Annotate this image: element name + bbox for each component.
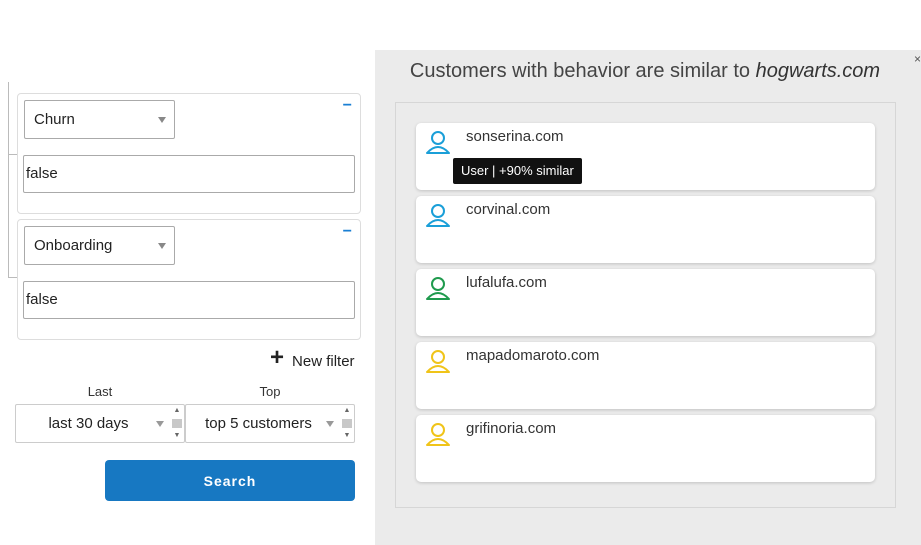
result-item[interactable]: grifinoria.com: [416, 415, 875, 482]
filter-card: − Onboarding false: [17, 219, 361, 340]
new-filter-button[interactable]: + New filter: [270, 345, 355, 370]
top-count-value: top 5 customers: [205, 415, 312, 432]
user-icon: [426, 423, 450, 446]
last-period-select[interactable]: last 30 days ▲ ▼: [15, 404, 185, 443]
panel-title-prefix: Customers with behavior are similar to: [409, 60, 756, 82]
remove-filter-button[interactable]: −: [343, 98, 352, 114]
new-filter-label: New filter: [292, 353, 355, 370]
user-icon: [426, 131, 450, 154]
last-period-value: last 30 days: [48, 415, 129, 432]
last-label: Last: [87, 384, 113, 399]
panel-title-domain: hogwarts.com: [755, 60, 881, 82]
filter-value-input[interactable]: false: [23, 281, 355, 319]
result-domain: lufalufa.com: [466, 274, 547, 291]
search-button[interactable]: Search: [105, 460, 355, 501]
user-icon: [426, 277, 450, 300]
user-icon: [426, 350, 450, 373]
top-label: Top: [259, 384, 281, 399]
close-icon[interactable]: ×: [914, 52, 921, 66]
filter-field-select[interactable]: Onboarding: [24, 226, 175, 265]
result-item[interactable]: corvinal.com: [416, 196, 875, 263]
spin-up-icon[interactable]: ▲: [174, 407, 181, 415]
user-icon: [426, 204, 450, 227]
spinner-control[interactable]: ▲ ▼: [171, 407, 183, 440]
similarity-tooltip: User | +90% similar: [453, 158, 582, 184]
caret-down-icon: [156, 421, 164, 427]
spin-down-icon[interactable]: ▼: [344, 432, 351, 440]
filter-value-input[interactable]: false: [23, 155, 355, 193]
spin-bar: [342, 419, 352, 428]
result-item[interactable]: mapadomaroto.com: [416, 342, 875, 409]
spin-bar: [172, 419, 182, 428]
result-item[interactable]: lufalufa.com: [416, 269, 875, 336]
remove-filter-button[interactable]: −: [343, 224, 352, 240]
filter-field-value: Churn: [34, 111, 75, 128]
plus-icon: +: [270, 343, 285, 371]
caret-down-icon: [158, 243, 166, 249]
spin-down-icon[interactable]: ▼: [174, 432, 181, 440]
filter-card: − Churn false: [17, 93, 361, 214]
result-domain: mapadomaroto.com: [466, 347, 600, 364]
spinner-control[interactable]: ▲ ▼: [341, 407, 353, 440]
filter-field-select[interactable]: Churn: [24, 100, 175, 139]
top-count-select[interactable]: top 5 customers ▲ ▼: [185, 404, 355, 443]
result-domain: corvinal.com: [466, 201, 551, 218]
filter-field-value: Onboarding: [34, 237, 113, 254]
caret-down-icon: [326, 421, 334, 427]
panel-title: Customers with behavior are similar to h…: [375, 60, 915, 83]
similar-customers-panel: Customers with behavior are similar to h…: [375, 50, 921, 545]
spin-up-icon[interactable]: ▲: [344, 407, 351, 415]
result-domain: sonserina.com: [466, 128, 564, 145]
result-domain: grifinoria.com: [466, 420, 557, 437]
caret-down-icon: [158, 117, 166, 123]
